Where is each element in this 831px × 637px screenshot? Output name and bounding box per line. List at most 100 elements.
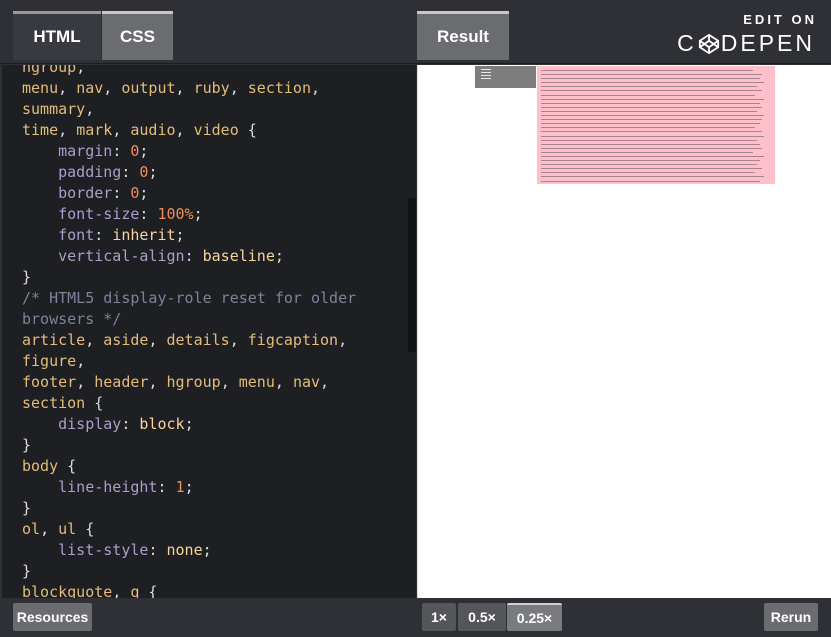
code-token: ; [184,478,194,496]
code-token: : [157,478,176,496]
code-token: } [22,268,32,286]
codepen-logo[interactable]: C DEPEN [677,30,815,57]
preview-text-line [541,98,765,100]
preview-text-line [541,127,755,129]
code-token: article [22,331,86,349]
code-token: : [112,142,131,160]
code-line: blockquote, q { [22,582,356,598]
code-line: padding: 0; [22,162,356,183]
code-token: section [247,79,311,97]
code-token: { [76,520,95,538]
code-token: font [58,226,95,244]
code-line: display: block; [22,414,356,435]
zoom-0-25x-button[interactable]: 0.25× [507,603,562,631]
preview-text-line [541,82,765,84]
code-token: ; [139,184,149,202]
code-token: 100% [157,205,194,223]
code-token: , [58,79,77,97]
code-token: footer [22,373,77,391]
result-gray-block [475,66,536,88]
code-token: border [58,184,113,202]
code-token: } [22,499,32,517]
code-line: font-size: 100%; [22,204,356,225]
code-token: nav [292,373,321,391]
code-token: , [112,121,131,139]
preview-text-line [541,180,760,182]
code-token: ; [175,226,185,244]
css-editor[interactable]: hgroup, menu, nav, output, ruby, section,… [2,65,416,598]
code-line: body { [22,456,356,477]
code-token: blockquote [22,583,113,598]
rerun-button[interactable]: Rerun [764,603,818,631]
edit-on-label[interactable]: EDIT ON [743,12,817,27]
preview-text-line [541,143,760,145]
preview-text-line [541,168,762,170]
bottom-bar: Resources 1× 0.5× 0.25× Rerun [0,598,831,637]
code-token: : [112,184,131,202]
preview-text-line [541,115,765,117]
code-line: line-height: 1; [22,477,356,498]
code-token: ruby [193,79,230,97]
tab-css[interactable]: CSS [102,11,173,60]
preview-text-line [541,151,753,153]
code-token: ol [22,520,41,538]
tiny-text-mark [481,69,491,85]
code-token: : [139,205,158,223]
tab-html[interactable]: HTML [13,11,101,60]
code-line: hgroup, [22,65,356,78]
code-line: border: 0; [22,183,356,204]
preview-text-line [541,172,755,174]
resources-button[interactable]: Resources [13,603,92,631]
preview-text-line [541,176,765,178]
code-token: { [85,394,104,412]
code-token: output [121,79,176,97]
code-line: } [22,561,356,582]
preview-text-line [541,160,760,162]
code-token: ; [184,415,194,433]
preview-text-line [541,164,758,166]
tab-result[interactable]: Result [417,11,509,60]
codepen-logo-right: DEPEN [720,30,815,56]
code-token: , [112,583,131,598]
code-token: ; [274,247,284,265]
code-line: article, aside, details, figcaption, [22,330,356,351]
code-token: ; [139,142,149,160]
code-token: , [103,79,122,97]
code-line: list-style: none; [22,540,356,561]
code-token: none [166,541,203,559]
code-token: details [166,331,230,349]
code-token: , [76,352,86,370]
code-token: { [139,583,158,598]
code-token: , [85,331,104,349]
code-token: , [148,331,167,349]
preview-text-line [541,102,760,104]
codepen-logo-left: C [677,30,697,56]
code-token: vertical-align [58,247,185,265]
preview-text-line [541,147,762,149]
preview-text-line [541,74,762,76]
code-content[interactable]: hgroup, menu, nav, output, ruby, section,… [22,65,356,598]
preview-text-line [541,131,762,133]
code-line: font: inherit; [22,225,356,246]
code-token: menu [238,373,275,391]
code-token: figure [22,352,77,370]
code-token: summary [22,100,86,118]
editor-scrollbar[interactable] [408,198,416,352]
zoom-1x-button[interactable]: 1× [422,603,456,631]
code-token: section [22,394,86,412]
code-token: menu [22,79,59,97]
code-token: 1 [175,478,185,496]
code-token: block [139,415,185,433]
code-token: , [311,79,321,97]
code-line: ol, ul { [22,519,356,540]
result-preview[interactable] [417,65,831,598]
code-line: menu, nav, output, ruby, section, [22,78,356,99]
code-token: , [338,331,348,349]
code-token: } [22,562,32,580]
code-token: , [40,520,59,538]
zoom-0-5x-button[interactable]: 0.5× [458,603,506,631]
